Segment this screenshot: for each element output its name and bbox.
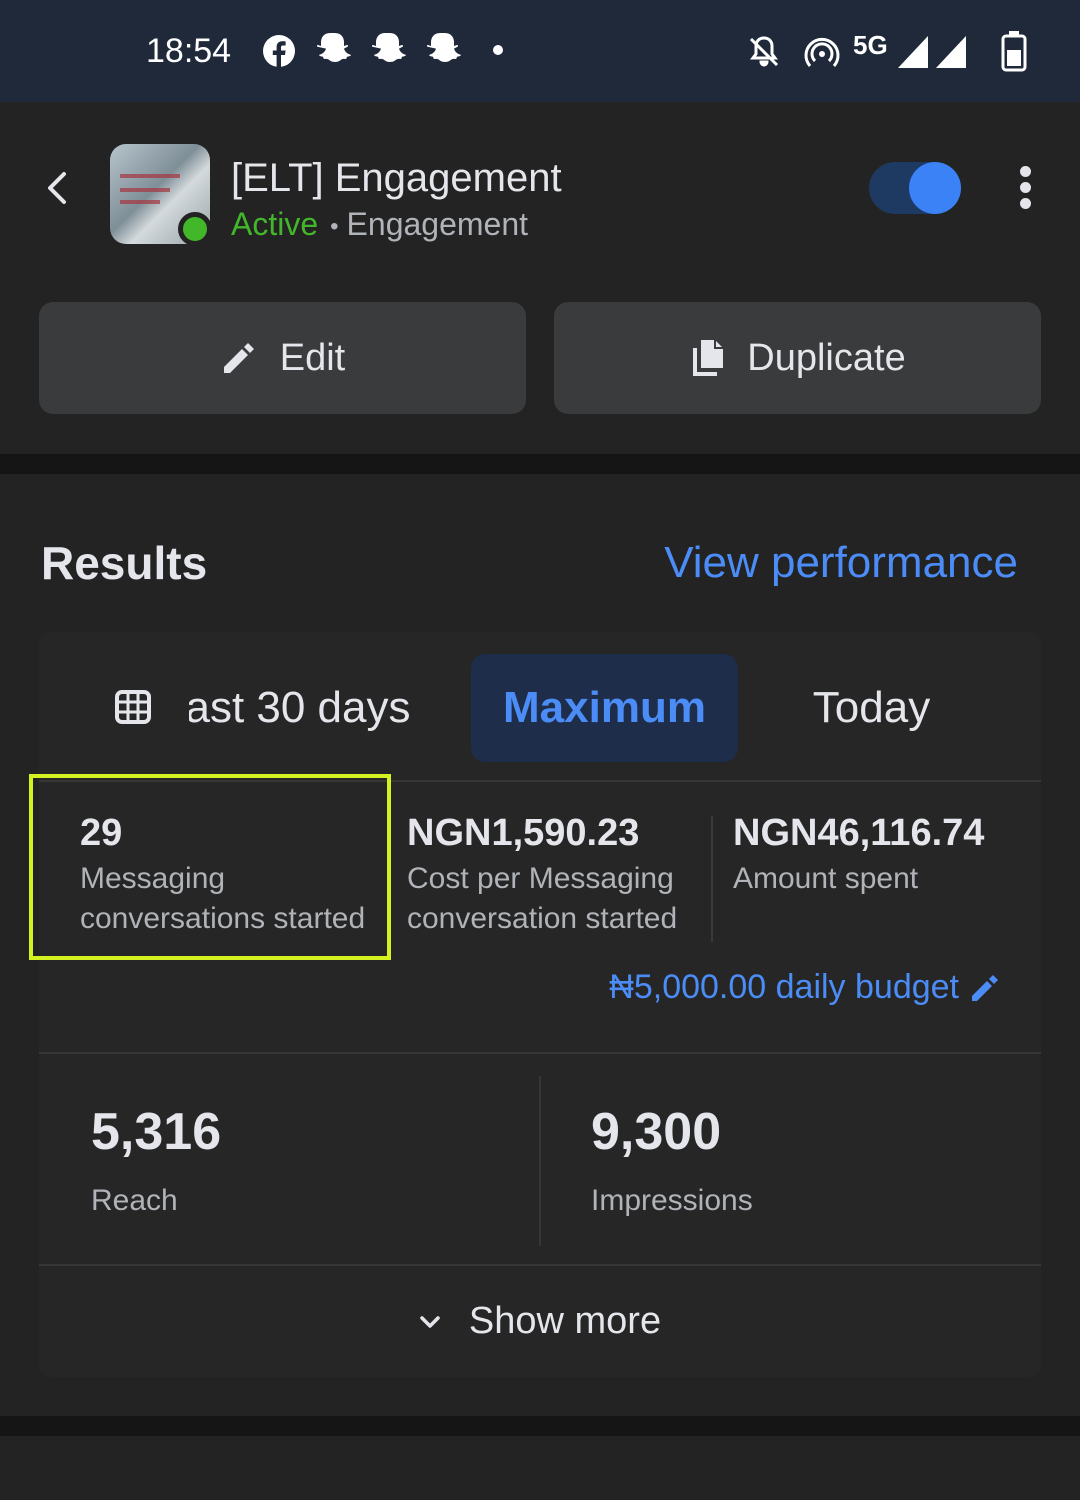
reach-value: 5,316 bbox=[91, 1103, 222, 1161]
dot-icon bbox=[493, 45, 503, 55]
edit-button[interactable]: Edit bbox=[39, 302, 526, 414]
reach-label: Reach bbox=[91, 1184, 178, 1217]
more-options-icon[interactable] bbox=[1014, 166, 1036, 210]
battery-icon bbox=[1001, 31, 1027, 72]
metric-label: Cost per Messaging conversation started bbox=[407, 862, 678, 935]
metric-value: NGN1,590.23 bbox=[407, 812, 640, 854]
duplicate-label: Duplicate bbox=[747, 336, 906, 379]
results-card: Last 30 days Maximum Today 29 Messaging … bbox=[29, 632, 1041, 1377]
metric-label: Amount spent bbox=[733, 862, 919, 895]
campaign-toggle[interactable] bbox=[869, 162, 961, 214]
tab-maximum[interactable]: Maximum bbox=[471, 654, 738, 762]
campaign-title: [ELT] Engagement bbox=[231, 156, 562, 200]
next-section bbox=[0, 1436, 1080, 1500]
back-icon[interactable] bbox=[38, 166, 78, 210]
bell-off-icon bbox=[749, 36, 779, 67]
edit-label: Edit bbox=[279, 336, 346, 379]
network-type: 5G bbox=[853, 30, 888, 60]
pencil-icon bbox=[223, 343, 254, 373]
campaign-header: [ELT] Engagement Active • Engagement Edit … bbox=[0, 102, 1080, 454]
metric-amount-spent: NGN46,116.74 Amount spent bbox=[733, 812, 1033, 899]
daily-budget-link[interactable]: ₦5,000.00 daily budget bbox=[609, 968, 1001, 1007]
date-range-tabs: Last 30 days Maximum Today bbox=[39, 632, 1041, 782]
calendar-grid-icon[interactable] bbox=[115, 688, 151, 724]
metric-divider bbox=[711, 816, 713, 942]
status-time: 18:54 bbox=[146, 32, 232, 70]
metric-divider bbox=[539, 1076, 541, 1246]
view-performance-link[interactable]: View performance bbox=[664, 538, 1018, 588]
metric-label: Messaging conversations started bbox=[80, 862, 366, 935]
active-status-dot bbox=[178, 212, 212, 246]
metric-value: 29 bbox=[80, 812, 123, 854]
metric-cost-per-conversation: NGN1,590.23 Cost per Messaging conversat… bbox=[407, 812, 707, 939]
campaign-status: Active bbox=[231, 206, 319, 242]
results-section: Results View performance Last 30 days Ma… bbox=[0, 474, 1080, 1416]
daily-budget-label: ₦5,000.00 daily budget bbox=[609, 968, 959, 1006]
snapchat-icon bbox=[316, 33, 351, 62]
metric-reach: 5,316 Reach bbox=[91, 1102, 221, 1218]
impressions-value: 9,300 bbox=[591, 1103, 722, 1161]
section-divider bbox=[0, 1416, 1080, 1436]
show-more-label: Show more bbox=[468, 1300, 662, 1342]
pencil-icon bbox=[972, 974, 998, 1001]
metric-messaging-conversations: 29 Messaging conversations started bbox=[80, 812, 380, 939]
tab-today[interactable]: Today bbox=[779, 654, 964, 762]
snapchat-icon bbox=[371, 33, 406, 62]
section-divider bbox=[0, 454, 1080, 474]
show-more-button[interactable]: Show more bbox=[39, 1266, 1041, 1377]
duplicate-icon bbox=[693, 340, 724, 376]
campaign-subtitle: Active • Engagement bbox=[231, 206, 529, 242]
tab-last-30-days[interactable]: Last 30 days bbox=[189, 654, 439, 762]
campaign-objective: Engagement bbox=[346, 206, 529, 242]
hotspot-icon bbox=[804, 37, 840, 67]
facebook-icon bbox=[263, 35, 295, 68]
signal-icon bbox=[898, 36, 966, 68]
status-bar: 18:54 5G bbox=[0, 0, 1080, 102]
results-title: Results bbox=[41, 537, 208, 589]
divider bbox=[39, 1052, 1041, 1054]
metric-value: NGN46,116.74 bbox=[733, 812, 985, 854]
metric-impressions: 9,300 Impressions bbox=[591, 1102, 753, 1218]
impressions-label: Impressions bbox=[591, 1184, 753, 1217]
snapchat-icon bbox=[426, 33, 461, 62]
chevron-down-icon bbox=[420, 1315, 440, 1328]
duplicate-button[interactable]: Duplicate bbox=[554, 302, 1041, 414]
